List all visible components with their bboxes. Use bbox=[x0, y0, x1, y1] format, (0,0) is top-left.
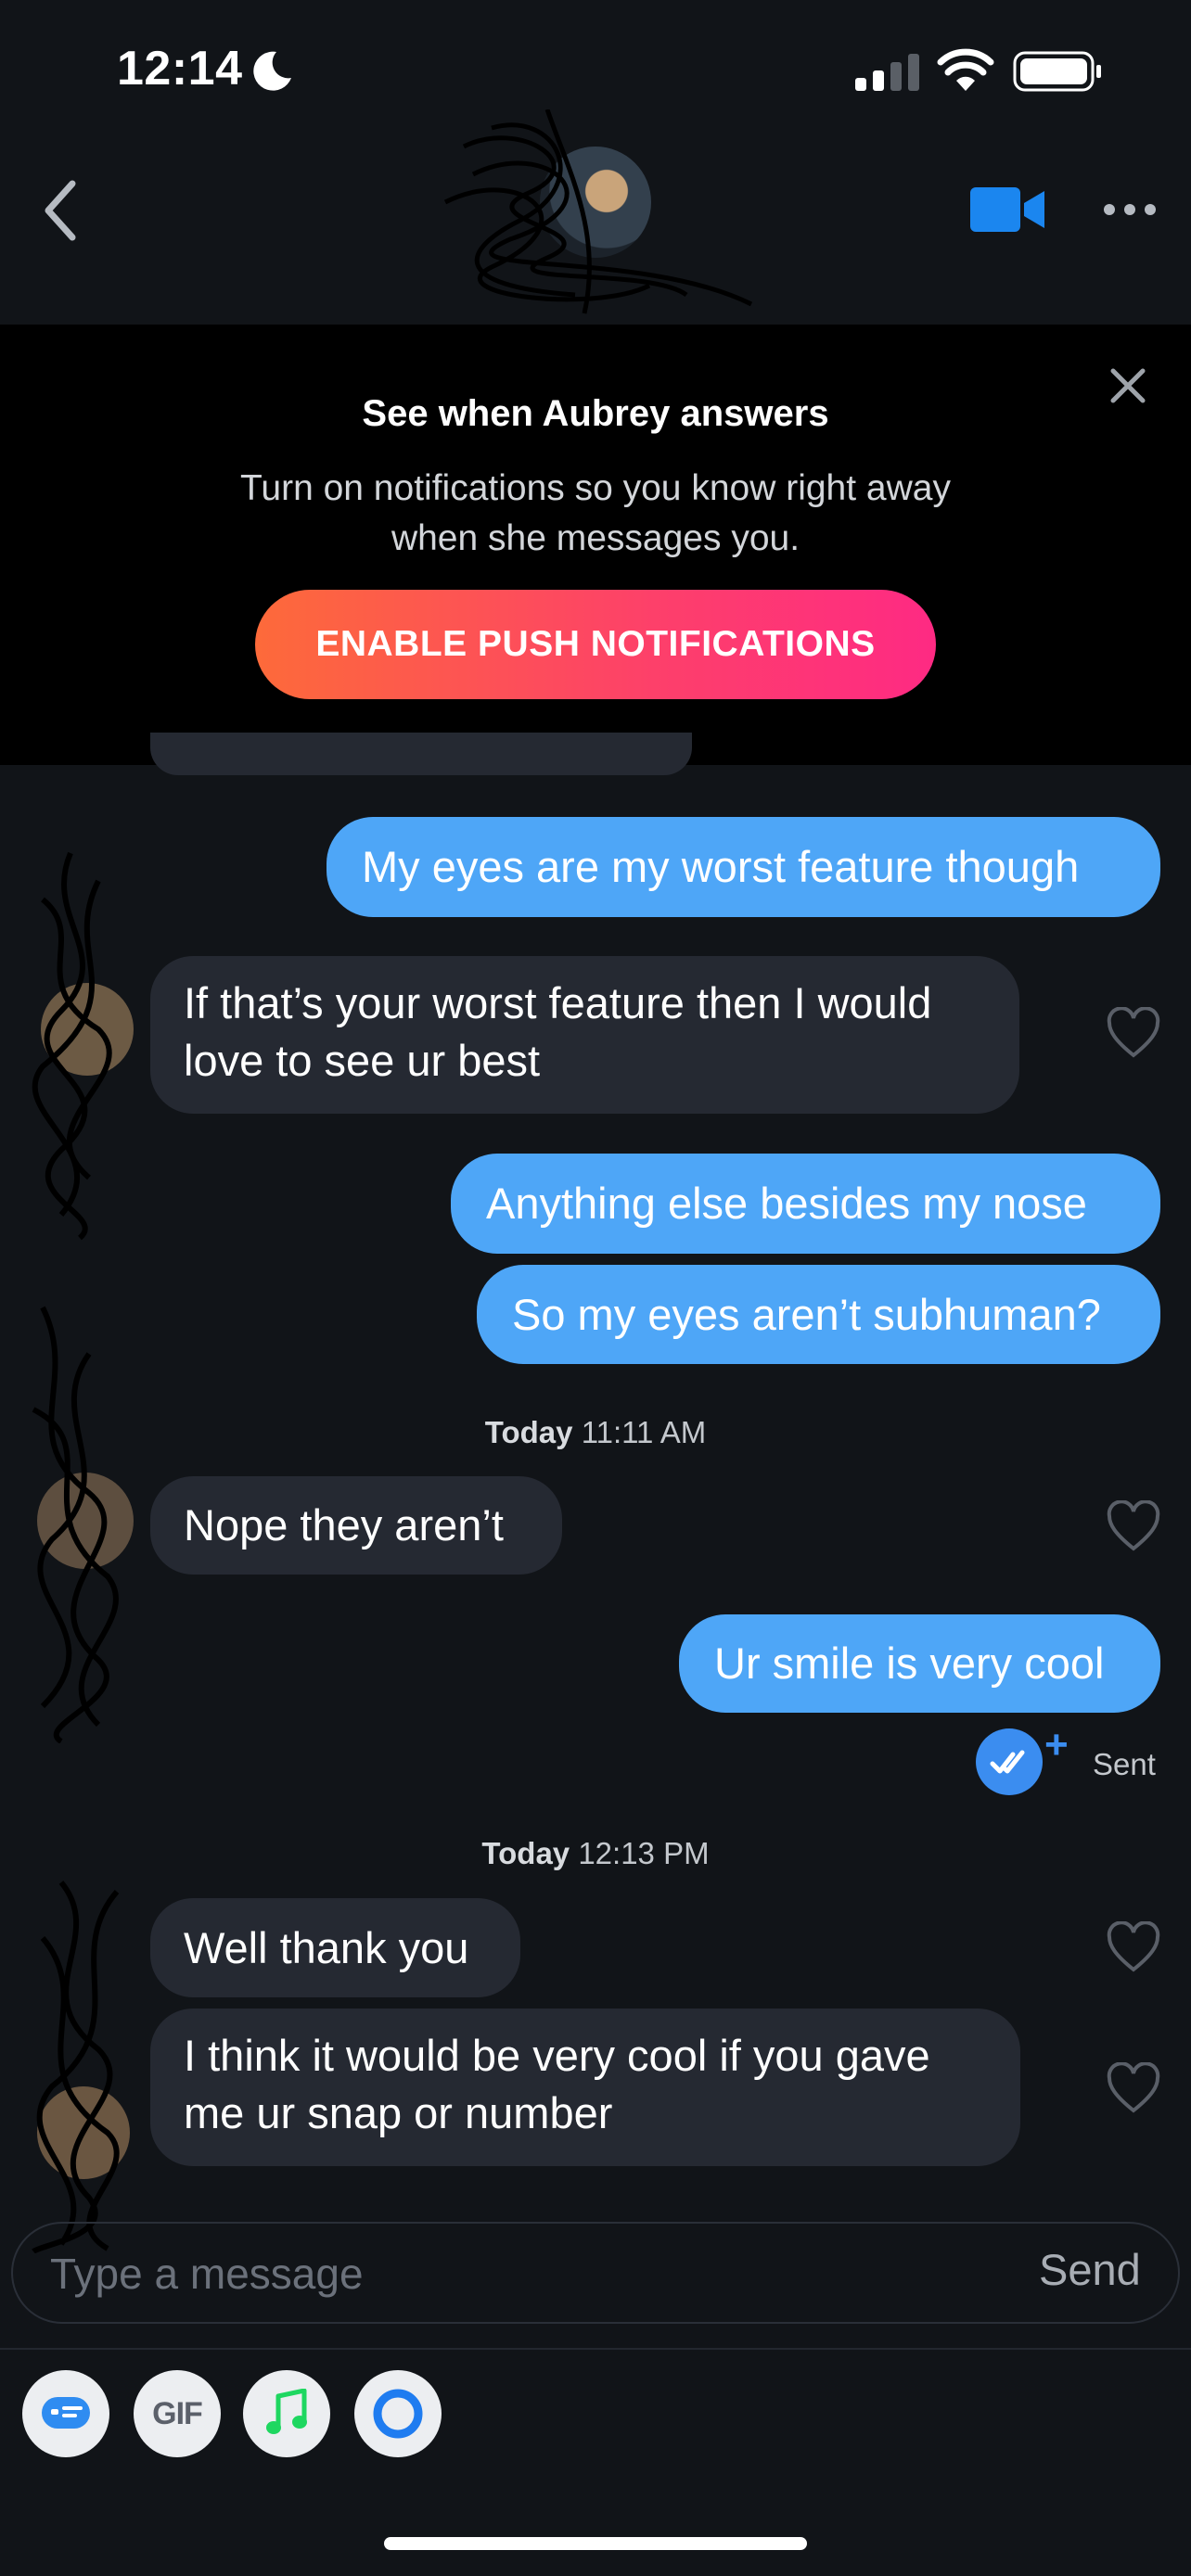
message-bubble-received[interactable]: If that’s your worst feature then I woul… bbox=[150, 956, 1019, 1114]
loop-icon bbox=[373, 2389, 423, 2439]
video-call-icon[interactable] bbox=[968, 185, 1046, 234]
home-indicator[interactable] bbox=[384, 2537, 807, 2550]
music-note-icon bbox=[266, 2389, 307, 2434]
message-bubble-sent[interactable]: Anything else besides my nose bbox=[451, 1154, 1160, 1254]
message-text: If that’s your worst feature then I woul… bbox=[184, 978, 932, 1085]
read-receipt-badge bbox=[976, 1728, 1043, 1795]
message-bubble-received[interactable]: Well thank you bbox=[150, 1898, 520, 1997]
message-input[interactable] bbox=[50, 2244, 885, 2303]
redaction-scribble bbox=[443, 109, 753, 314]
gif-button[interactable]: GIF bbox=[134, 2370, 221, 2457]
message-text: My eyes are my worst feature though bbox=[362, 842, 1080, 891]
timestamp-day: Today bbox=[481, 1836, 570, 1870]
banner-text: Turn on notifications so you know right … bbox=[240, 468, 951, 558]
send-button[interactable]: Send bbox=[1039, 2244, 1141, 2295]
sent-status-label: Sent bbox=[1093, 1747, 1156, 1781]
chevron-left-icon[interactable] bbox=[37, 176, 83, 245]
message-text: I think it would be very cool if you gav… bbox=[184, 2031, 930, 2137]
message-bubble-received[interactable]: Nope they aren’t bbox=[150, 1476, 562, 1575]
heart-outline-icon[interactable] bbox=[1106, 2062, 1161, 2114]
wifi-icon bbox=[937, 48, 994, 91]
sticker-icon bbox=[42, 2397, 90, 2429]
status-time: 12:14 bbox=[117, 42, 243, 96]
message-bubble-partial bbox=[150, 733, 692, 775]
message-bubble-sent[interactable]: Ur smile is very cool bbox=[679, 1614, 1160, 1713]
message-bubble-sent[interactable]: So my eyes aren’t subhuman? bbox=[477, 1265, 1160, 1364]
heart-outline-icon[interactable] bbox=[1106, 1500, 1161, 1552]
message-text: Nope they aren’t bbox=[184, 1500, 504, 1549]
timestamp-time: 11:11 AM bbox=[581, 1415, 707, 1449]
heart-outline-icon[interactable] bbox=[1106, 1921, 1161, 1973]
redacted-avatar bbox=[32, 1881, 130, 2253]
timestamp: Today 12:13 PM bbox=[0, 1836, 1191, 1871]
message-bubble-received[interactable]: I think it would be very cool if you gav… bbox=[150, 2009, 1020, 2166]
timestamp-day: Today bbox=[484, 1415, 573, 1449]
gif-label: GIF bbox=[152, 2395, 203, 2431]
music-button[interactable] bbox=[243, 2370, 330, 2457]
message-text: Anything else besides my nose bbox=[486, 1179, 1087, 1228]
message-bubble-sent[interactable]: My eyes are my worst feature though bbox=[327, 817, 1160, 917]
loop-button[interactable] bbox=[354, 2370, 442, 2457]
battery-icon bbox=[1013, 51, 1101, 92]
heart-outline-icon[interactable] bbox=[1106, 1007, 1161, 1059]
message-text: So my eyes aren’t subhuman? bbox=[512, 1289, 1101, 1339]
timestamp: Today 11:11 AM bbox=[0, 1415, 1191, 1450]
cell-signal-icon bbox=[855, 54, 919, 91]
moon-icon bbox=[253, 51, 291, 91]
plus-icon[interactable]: + bbox=[1044, 1725, 1069, 1766]
redacted-avatar bbox=[32, 851, 134, 1241]
more-dots-icon[interactable] bbox=[1100, 198, 1159, 221]
banner-title: See when Aubrey answers bbox=[362, 393, 829, 434]
message-text: Well thank you bbox=[184, 1922, 469, 1972]
double-check-icon bbox=[990, 1750, 1025, 1774]
toolbar-divider bbox=[0, 2348, 1191, 2350]
redacted-avatar bbox=[32, 1306, 134, 1743]
timestamp-time: 12:13 PM bbox=[578, 1836, 710, 1870]
message-text: Ur smile is very cool bbox=[714, 1639, 1105, 1688]
sticker-button[interactable] bbox=[22, 2370, 109, 2457]
enable-push-notifications-button[interactable]: ENABLE PUSH NOTIFICATIONS bbox=[255, 590, 936, 699]
